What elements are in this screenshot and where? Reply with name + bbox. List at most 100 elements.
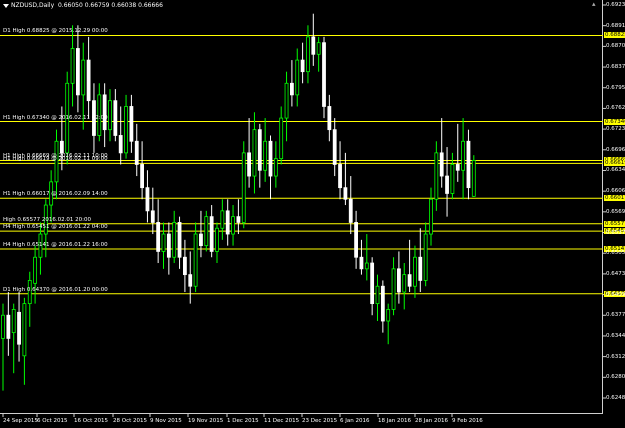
candle[interactable] (113, 89, 118, 142)
candle[interactable] (150, 187, 155, 235)
candle[interactable] (220, 199, 225, 240)
candle[interactable] (108, 89, 112, 142)
level-price-badge: 0.66017 (604, 195, 625, 202)
candle[interactable] (295, 48, 300, 107)
candle[interactable] (209, 205, 214, 258)
close-icon[interactable]: ▴ (592, 0, 600, 8)
candle[interactable] (231, 205, 235, 246)
level-label: H1 High 0.66619 @ 2016.02.11 09:00 (3, 156, 108, 163)
candle[interactable] (354, 210, 359, 269)
candle[interactable] (11, 303, 16, 374)
candle[interactable] (1, 303, 5, 391)
candle[interactable] (461, 118, 466, 200)
candle[interactable] (375, 274, 380, 322)
candle[interactable] (364, 234, 369, 281)
candle[interactable] (17, 292, 21, 362)
candle[interactable] (182, 239, 187, 293)
candle[interactable] (407, 239, 412, 293)
candle[interactable] (348, 176, 353, 235)
y-tick-label: 0.68370 (606, 64, 625, 71)
candle[interactable] (236, 199, 241, 235)
candle[interactable] (247, 118, 252, 188)
level-label: H4 High 0.65451 @ 2016.01.22 04:00 (3, 224, 108, 231)
candle[interactable] (140, 141, 145, 200)
candle-body (273, 158, 278, 177)
candle[interactable] (33, 245, 37, 304)
candle[interactable] (439, 118, 444, 188)
candle[interactable] (145, 170, 150, 223)
candle[interactable] (284, 71, 289, 142)
candle[interactable] (241, 141, 246, 229)
level-label: H4 High 0.65141 @ 2016.01.22 16:00 (3, 242, 108, 249)
candle[interactable] (450, 152, 455, 200)
candle[interactable] (257, 123, 262, 188)
candle[interactable] (166, 222, 171, 275)
candle[interactable] (279, 106, 284, 165)
candle[interactable] (370, 257, 375, 316)
candle[interactable] (86, 36, 91, 119)
candle[interactable] (445, 147, 449, 217)
candle[interactable] (332, 118, 337, 177)
candle[interactable] (129, 94, 134, 153)
candle[interactable] (263, 118, 268, 182)
y-tick-label: 0.64090 (606, 291, 625, 298)
x-tick-label: 16 Oct 2015 (74, 418, 109, 424)
candle-body (70, 48, 75, 84)
candle[interactable] (134, 123, 139, 177)
candle[interactable] (338, 141, 342, 200)
candle[interactable] (118, 106, 123, 165)
candle[interactable] (188, 251, 193, 304)
y-tick-label: 0.62480 (606, 395, 625, 401)
candle[interactable] (413, 245, 417, 298)
candle[interactable] (434, 141, 439, 211)
candle[interactable] (466, 129, 471, 200)
candle-body (215, 227, 219, 252)
candle[interactable] (215, 222, 219, 264)
candle[interactable] (316, 36, 321, 72)
candle[interactable] (22, 297, 27, 385)
candle[interactable] (199, 210, 203, 258)
candle[interactable] (161, 222, 166, 269)
candle[interactable] (327, 94, 332, 142)
candle[interactable] (396, 251, 401, 304)
candle[interactable] (300, 42, 305, 84)
candle[interactable] (455, 123, 460, 182)
x-tick-label: 1 Dec 2015 (227, 418, 259, 424)
candle[interactable] (471, 155, 476, 197)
candle[interactable] (70, 25, 75, 107)
y-tick-label: 0.67950 (606, 84, 625, 91)
candle[interactable] (429, 187, 433, 246)
candle[interactable] (54, 129, 59, 200)
candle[interactable] (38, 222, 43, 275)
candle[interactable] (359, 239, 364, 275)
candle-body (434, 152, 439, 200)
candle[interactable] (172, 210, 177, 264)
candle[interactable] (156, 199, 161, 264)
candle[interactable] (311, 13, 316, 66)
y-tick-label: 0.68910 (606, 22, 625, 29)
candle[interactable] (124, 94, 128, 159)
candle[interactable] (76, 25, 80, 113)
price-chart[interactable] (0, 0, 625, 428)
candle[interactable] (391, 257, 396, 316)
candle[interactable] (380, 280, 385, 333)
candle[interactable] (268, 135, 273, 200)
dropdown-triangle-icon[interactable] (3, 3, 9, 8)
candle[interactable] (322, 36, 326, 119)
candle[interactable] (386, 303, 391, 345)
candle[interactable] (27, 271, 32, 327)
candle[interactable] (418, 228, 423, 293)
candle[interactable] (225, 199, 230, 246)
candle[interactable] (252, 112, 257, 194)
candle[interactable] (423, 222, 428, 287)
candle[interactable] (306, 25, 310, 84)
candle[interactable] (273, 141, 278, 188)
candle[interactable] (193, 222, 198, 293)
candle[interactable] (402, 263, 407, 310)
candle[interactable] (177, 216, 182, 269)
candle[interactable] (6, 292, 11, 356)
candle[interactable] (289, 60, 294, 107)
candle-body (332, 129, 337, 165)
candle[interactable] (97, 83, 102, 142)
candle[interactable] (204, 210, 209, 252)
